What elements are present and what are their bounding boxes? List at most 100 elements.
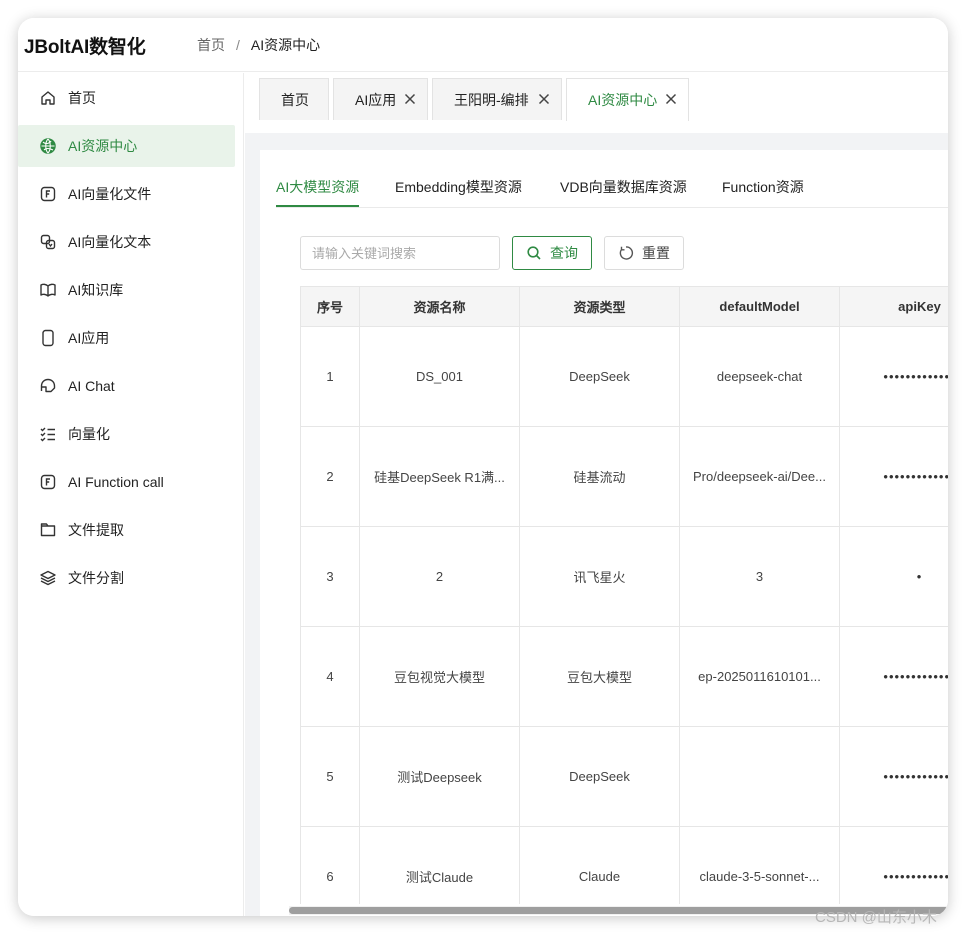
- table-row[interactable]: 5 测试Deepseek DeepSeek •••••••••••••: [301, 727, 948, 827]
- headset-icon: [39, 377, 57, 395]
- search-input[interactable]: [300, 236, 500, 270]
- main-content: AI大模型资源 Embedding模型资源 VDB向量数据库资源 Functio…: [245, 133, 948, 916]
- cell-resource-name: 硅基DeepSeek R1满...: [360, 427, 520, 526]
- query-button-label: 查询: [550, 245, 578, 261]
- sidebar-item-ai-function-call[interactable]: AI Function call: [18, 461, 235, 503]
- breadcrumb-home[interactable]: 首页: [197, 35, 225, 55]
- cell-index: 5: [301, 727, 360, 826]
- sidebar-item-label: AI应用: [68, 330, 110, 346]
- sidebar-item-vectorization[interactable]: 向量化: [18, 413, 235, 455]
- subtab-vdb-resources[interactable]: VDB向量数据库资源: [560, 177, 687, 197]
- cell-api-key: •••••••••••••: [840, 427, 948, 526]
- sidebar-item-label: 首页: [68, 90, 96, 106]
- cell-default-model: 3: [680, 527, 840, 626]
- column-header-default-model: defaultModel: [680, 287, 840, 326]
- cell-index: 4: [301, 627, 360, 726]
- sidebar-item-ai-resource-center[interactable]: AI资源中心: [18, 125, 235, 167]
- column-header-index: 序号: [301, 287, 360, 326]
- folder-icon: [39, 521, 57, 539]
- mobile-icon: [39, 329, 57, 347]
- sidebar-item-file-extract[interactable]: 文件提取: [18, 509, 235, 551]
- table-row[interactable]: 6 测试Claude Claude claude-3-5-sonnet-... …: [301, 827, 948, 904]
- cell-resource-name: DS_001: [360, 327, 520, 426]
- function-file-icon: [39, 185, 57, 203]
- cell-api-key: •: [840, 527, 948, 626]
- cell-default-model: [680, 727, 840, 826]
- sidebar-item-label: 文件提取: [68, 522, 124, 538]
- cell-resource-type: 讯飞星火: [520, 527, 680, 626]
- sidebar-item-label: 文件分割: [68, 570, 124, 586]
- cell-index: 2: [301, 427, 360, 526]
- reset-button[interactable]: 重置: [604, 236, 684, 270]
- sidebar-item-file-split[interactable]: 文件分割: [18, 557, 235, 599]
- cell-default-model: deepseek-chat: [680, 327, 840, 426]
- sidebar: 首页 AI资源中心 AI向量化文件 AI向量化文本 AI知识库 AI应用 AI …: [18, 73, 244, 916]
- cell-index: 6: [301, 827, 360, 904]
- cell-index: 3: [301, 527, 360, 626]
- column-header-resource-name: 资源名称: [360, 287, 520, 326]
- cell-resource-name: 2: [360, 527, 520, 626]
- cell-resource-name: 测试Deepseek: [360, 727, 520, 826]
- column-header-api-key: apiKey: [840, 287, 948, 326]
- table-header: 序号 资源名称 资源类型 defaultModel apiKey: [301, 287, 948, 327]
- query-button[interactable]: 查询: [512, 236, 592, 270]
- cell-resource-name: 豆包视觉大模型: [360, 627, 520, 726]
- tab-wangyangming-orchestration[interactable]: 王阳明-编排: [432, 78, 562, 120]
- sidebar-item-label: 向量化: [68, 426, 110, 442]
- page-tabs-bar: 首页 AI应用 王阳明-编排 AI资源中心: [245, 73, 948, 140]
- breadcrumb-separator: /: [236, 37, 240, 53]
- function-file-icon: [39, 473, 57, 491]
- sidebar-item-label: AI向量化文件: [68, 186, 152, 202]
- cell-default-model: ep-2025011610101...: [680, 627, 840, 726]
- sidebar-item-home[interactable]: 首页: [18, 77, 235, 119]
- sidebar-item-label: AI Function call: [68, 474, 164, 490]
- tab-label: AI资源中心: [588, 92, 658, 108]
- watermark: CSDN @山东小木: [815, 909, 937, 926]
- globe-icon: [39, 137, 57, 155]
- book-icon: [39, 281, 57, 299]
- sidebar-item-label: AI知识库: [68, 282, 124, 298]
- cell-default-model: Pro/deepseek-ai/Dee...: [680, 427, 840, 526]
- cell-api-key: •••••••••••••: [840, 327, 948, 426]
- sidebar-item-ai-vector-file[interactable]: AI向量化文件: [18, 173, 235, 215]
- table-row[interactable]: 1 DS_001 DeepSeek deepseek-chat ••••••••…: [301, 327, 948, 427]
- tab-label: 首页: [281, 91, 309, 108]
- cell-resource-type: DeepSeek: [520, 327, 680, 426]
- list-check-icon: [39, 425, 57, 443]
- table-row[interactable]: 2 硅基DeepSeek R1满... 硅基流动 Pro/deepseek-ai…: [301, 427, 948, 527]
- sidebar-item-ai-chat[interactable]: AI Chat: [18, 365, 235, 407]
- sidebar-item-ai-knowledge-base[interactable]: AI知识库: [18, 269, 235, 311]
- table-row[interactable]: 4 豆包视觉大模型 豆包大模型 ep-2025011610101... ••••…: [301, 627, 948, 727]
- sidebar-item-ai-vector-text[interactable]: AI向量化文本: [18, 221, 235, 263]
- close-icon[interactable]: [664, 92, 678, 106]
- cell-resource-name: 测试Claude: [360, 827, 520, 904]
- table-row[interactable]: 3 2 讯飞星火 3 •: [301, 527, 948, 627]
- tab-label: AI应用: [355, 91, 397, 108]
- subtab-function-resources[interactable]: Function资源: [722, 177, 804, 197]
- cell-api-key: •••••••••••••: [840, 627, 948, 726]
- refresh-icon: [619, 246, 634, 260]
- app-logo[interactable]: JBoltAI数智化: [24, 32, 146, 59]
- resource-table: 序号 资源名称 资源类型 defaultModel apiKey 1 DS_00…: [300, 286, 948, 904]
- cell-resource-type: 豆包大模型: [520, 627, 680, 726]
- cell-resource-type: DeepSeek: [520, 727, 680, 826]
- close-icon[interactable]: [403, 92, 417, 106]
- sidebar-item-label: AI Chat: [68, 378, 115, 394]
- subtab-llm-resources[interactable]: AI大模型资源: [276, 177, 359, 197]
- close-icon[interactable]: [537, 92, 551, 106]
- sidebar-item-ai-app[interactable]: AI应用: [18, 317, 235, 359]
- tab-ai-app[interactable]: AI应用: [333, 78, 428, 120]
- tab-label: 王阳明-编排: [454, 91, 529, 108]
- breadcrumb-current: AI资源中心: [250, 37, 321, 53]
- layers-icon: [39, 569, 57, 587]
- tab-home[interactable]: 首页: [259, 78, 329, 120]
- sidebar-item-label: AI资源中心: [68, 138, 138, 154]
- text-transform-icon: [39, 233, 57, 251]
- search-icon: [527, 246, 541, 260]
- tab-ai-resource-center[interactable]: AI资源中心: [566, 78, 689, 121]
- app-window: JBoltAI数智化 首页 / AI资源中心 首页 AI资源中心 AI向量化文件: [18, 18, 948, 916]
- subtab-embedding-resources[interactable]: Embedding模型资源: [395, 177, 522, 197]
- home-icon: [39, 89, 57, 107]
- reset-button-label: 重置: [642, 245, 670, 261]
- resource-panel: AI大模型资源 Embedding模型资源 VDB向量数据库资源 Functio…: [260, 150, 948, 916]
